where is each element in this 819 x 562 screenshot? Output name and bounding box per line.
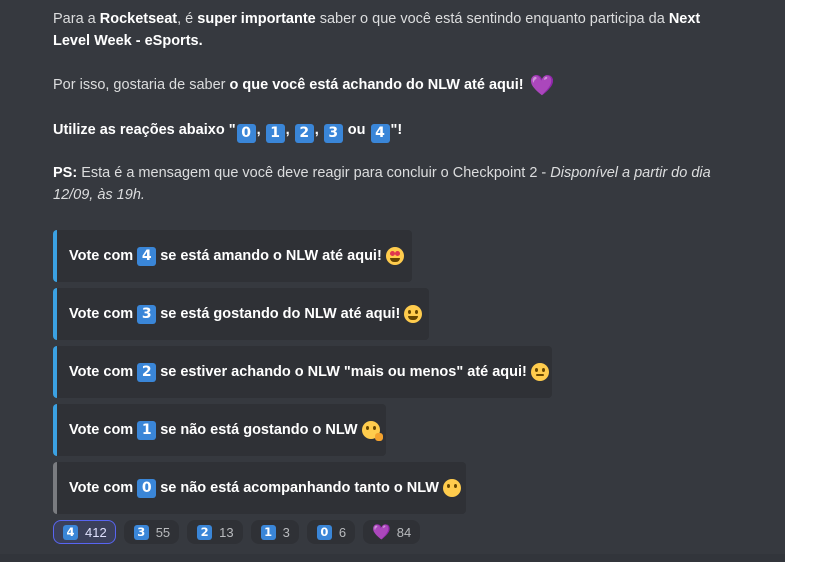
reaction-count: 84 bbox=[396, 524, 412, 540]
chat-area: Para a Rocketseat, é super importante sa… bbox=[0, 0, 785, 562]
keycap-1-icon: 1 bbox=[137, 420, 157, 440]
reaction-count: 6 bbox=[338, 524, 347, 540]
keycap-2-icon: 2 bbox=[197, 524, 213, 540]
keycap-0-icon: 0 bbox=[137, 478, 157, 498]
reaction-count: 55 bbox=[155, 524, 171, 540]
reaction-keycap-4[interactable]: 4 412 bbox=[53, 520, 116, 544]
reaction-purple-heart[interactable]: 💜 84 bbox=[363, 520, 421, 544]
reaction-keycap-1[interactable]: 1 3 bbox=[250, 520, 299, 544]
keycap-1-icon: 1 bbox=[260, 524, 276, 540]
no-mouth-face-emoji-icon bbox=[442, 479, 461, 497]
keycap-1-icon: 1 bbox=[265, 124, 285, 143]
reaction-count: 3 bbox=[282, 524, 290, 540]
keycap-2-icon: 2 bbox=[137, 362, 157, 382]
reaction-keycap-0[interactable]: 0 6 bbox=[306, 520, 356, 544]
yawning-face-emoji-icon bbox=[361, 421, 383, 441]
embed-vote-0: Vote com 0 se não está acompanhando tant… bbox=[53, 462, 466, 514]
reaction-count: 13 bbox=[219, 524, 234, 540]
reaction-keycap-3[interactable]: 3 55 bbox=[123, 520, 180, 544]
reaction-count: 412 bbox=[85, 524, 107, 540]
keycap-3-icon: 3 bbox=[137, 304, 157, 324]
heart-eyes-emoji-icon bbox=[385, 247, 404, 265]
message-paragraph-question: Por isso, gostaria de saber o que você e… bbox=[53, 73, 555, 97]
message-paragraph-instructions: Utilize as reações abaixo " 0, 1, 2, 3 ou… bbox=[53, 122, 403, 143]
keycap-0-icon: 0 bbox=[316, 524, 332, 540]
purple-heart-icon: 💜 bbox=[529, 73, 555, 97]
keycap-2-icon: 2 bbox=[294, 124, 314, 143]
embed-vote-1: Vote com 1 se não está gostando o NLW bbox=[53, 404, 386, 456]
message-paragraph-intro: Para a Rocketseat, é super importante sa… bbox=[53, 11, 701, 49]
embed-vote-3: Vote com 3 se está gostando do NLW até a… bbox=[53, 288, 429, 340]
keycap-3-icon: 3 bbox=[323, 124, 343, 143]
divider bbox=[0, 554, 785, 562]
keycap-4-icon: 4 bbox=[370, 124, 390, 143]
window-edge bbox=[785, 0, 819, 562]
keycap-4-icon: 4 bbox=[137, 246, 157, 266]
keycap-4-icon: 4 bbox=[63, 524, 78, 540]
embed-vote-4: Vote com 4 se está amando o NLW até aqui… bbox=[53, 230, 412, 282]
reaction-bar: 4 412 3 55 2 13 1 3 0 6 💜 84 bbox=[53, 520, 421, 544]
message-paragraph-ps: PS: Esta é a mensagem que você deve reag… bbox=[53, 165, 711, 203]
embed-vote-2: Vote com 2 se estiver achando o NLW "mai… bbox=[53, 346, 552, 398]
grinning-emoji-icon bbox=[404, 305, 423, 323]
keycap-0-icon: 0 bbox=[236, 124, 256, 143]
purple-heart-icon: 💜 bbox=[372, 523, 391, 541]
reaction-keycap-2[interactable]: 2 13 bbox=[187, 520, 243, 544]
neutral-face-emoji-icon bbox=[530, 363, 549, 381]
keycap-3-icon: 3 bbox=[133, 524, 149, 540]
